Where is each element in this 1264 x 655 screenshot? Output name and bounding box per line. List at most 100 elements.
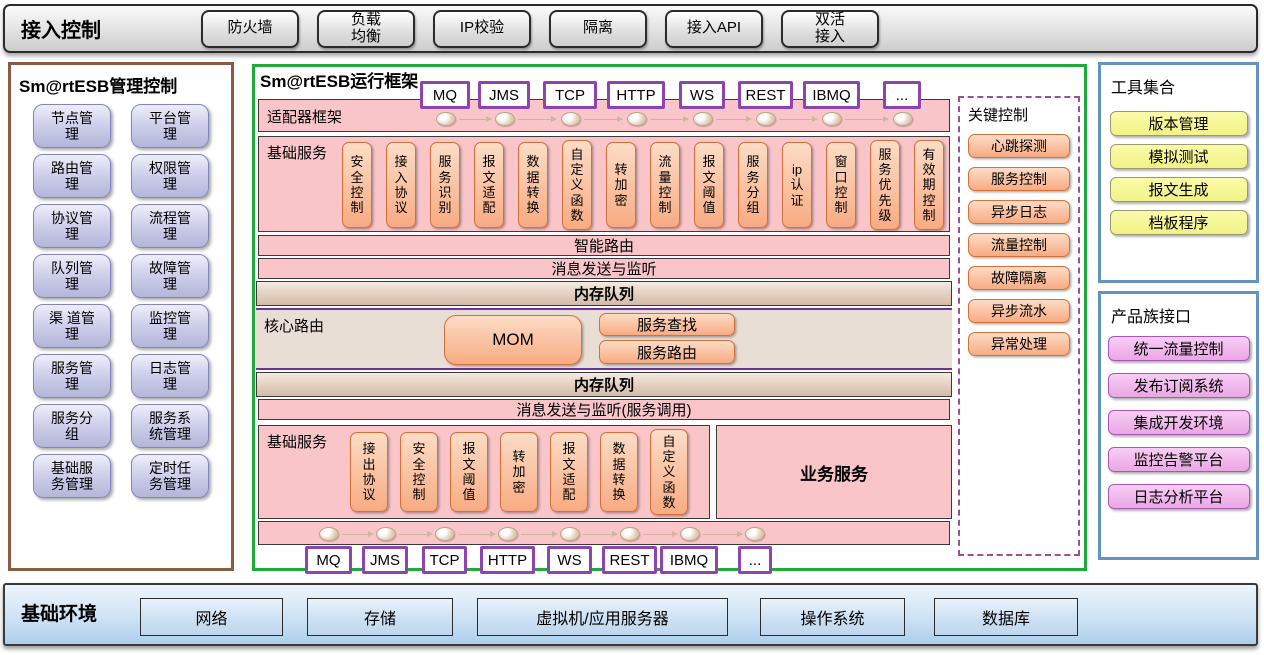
product-family-title: 产品族接口 xyxy=(1111,303,1256,327)
flow-arrow-icon xyxy=(703,534,742,535)
protocol-top-rest: REST xyxy=(738,81,793,109)
node-integrated-dev-env: 集成开发环境 xyxy=(1108,410,1250,435)
node-stub-program: 档板程序 xyxy=(1110,210,1248,235)
node-mom: MOM xyxy=(444,315,582,365)
protocol-bottom-mq: MQ xyxy=(305,546,352,574)
flow-arrow-icon xyxy=(399,534,432,535)
message-send-listen-service-call-label: 消息发送与监听(服务调用) xyxy=(259,400,949,419)
protocol-bottom-ibmq: IBMQ xyxy=(660,546,718,574)
protocol-top-ws: WS xyxy=(679,81,725,109)
protocol-bottom-jms: JMS xyxy=(362,546,408,574)
connector-dot-icon xyxy=(680,527,700,541)
node-service-control: 服务控制 xyxy=(968,167,1070,191)
protocol-bottom-ws: WS xyxy=(547,546,592,574)
connector-dot-icon xyxy=(319,527,339,541)
node-exception-handle: 异常处理 xyxy=(968,332,1070,356)
node-operating-system: 操作系统 xyxy=(760,598,905,636)
node-monitor-mgmt: 监控管理 xyxy=(131,304,209,348)
memory-queue-bar-1: 内存队列 xyxy=(256,281,952,306)
flow-arrow-icon xyxy=(779,119,817,120)
node-log-mgmt: 日志管理 xyxy=(131,354,209,398)
connector-dot-icon xyxy=(560,527,580,541)
node-ip-auth: ip认证 xyxy=(782,142,812,228)
tools-panel: 工具集合 版本管理 模拟测试 报文生成 档板程序 xyxy=(1098,62,1259,283)
management-control-panel: Sm@rtESB管理控制 节点管理 平台管理 路由管理 权限管理 协议管理 流程… xyxy=(8,62,234,571)
node-platform-mgmt: 平台管理 xyxy=(131,104,209,148)
node-fault-mgmt: 故障管理 xyxy=(131,254,209,298)
node-business-service: 业务服务 xyxy=(716,425,952,519)
flow-arrow-icon xyxy=(716,119,751,120)
node-fault-isolation: 故障隔离 xyxy=(968,266,1070,290)
node-message-generate: 报文生成 xyxy=(1110,177,1248,202)
base-environment-title: 基础环境 xyxy=(21,599,97,626)
node-flow-control: 流量控制 xyxy=(968,233,1070,257)
node-service-lookup: 服务查找 xyxy=(599,313,735,336)
protocol-top-more: ... xyxy=(883,81,921,109)
protocol-top-tcp: TCP xyxy=(543,81,597,109)
key-control-panel: 关键控制 心跳探测 服务控制 异步日志 流量控制 故障隔离 异步流水 异常处理 xyxy=(958,96,1080,556)
protocol-bottom-tcp: TCP xyxy=(422,546,467,574)
node-async-flow: 异步流水 xyxy=(968,299,1070,323)
smart-routing-bar: 智能路由 xyxy=(258,235,950,256)
node-data-transform: 数据转换 xyxy=(600,432,638,512)
smart-routing-label: 智能路由 xyxy=(259,236,949,255)
product-family-items: 统一流量控制 发布订阅系统 集成开发环境 监控告警平台 日志分析平台 xyxy=(1101,336,1256,509)
node-isolation: 隔离 xyxy=(549,10,647,48)
node-vm-app-server: 虚拟机/应用服务器 xyxy=(477,598,728,636)
node-message-adapt: 报文适配 xyxy=(550,432,588,512)
node-queue-mgmt: 队列管理 xyxy=(33,254,111,298)
node-flow-control: 流量控制 xyxy=(650,142,680,228)
node-pub-sub-system: 发布订阅系统 xyxy=(1108,373,1250,398)
node-security-control: 安全控制 xyxy=(400,432,438,512)
node-validity-control: 有效期控制 xyxy=(914,140,944,230)
connector-dot-icon xyxy=(561,112,581,126)
access-control-title: 接入控制 xyxy=(21,14,201,43)
node-protocol-mgmt: 协议管理 xyxy=(33,204,111,248)
node-service-group: 服务分组 xyxy=(33,404,111,448)
node-service-routing: 服务路由 xyxy=(599,340,735,364)
flow-arrow-icon xyxy=(584,119,622,120)
runtime-framework-title: Sm@rtESB运行框架 xyxy=(260,67,418,92)
node-custom-function: 自定义函数 xyxy=(562,140,592,230)
node-database: 数据库 xyxy=(934,598,1078,636)
node-service-identify: 服务识别 xyxy=(430,142,460,228)
flow-arrow-icon xyxy=(521,534,557,535)
connector-dot-icon xyxy=(435,527,455,541)
node-simulation-test: 模拟测试 xyxy=(1110,144,1248,169)
node-out-protocol: 接出协议 xyxy=(350,432,388,512)
node-heartbeat-detect: 心跳探测 xyxy=(968,134,1070,158)
node-process-mgmt: 流程管理 xyxy=(131,204,209,248)
flow-arrow-icon xyxy=(845,119,888,120)
node-service-group: 服务分组 xyxy=(738,142,768,228)
connector-dot-icon xyxy=(498,527,518,541)
core-routing-section: 核心路由 MOM 服务查找 服务路由 xyxy=(256,308,952,370)
esb-architecture-diagram: 接入控制 防火墙 负载 均衡 IP校验 隔离 接入API 双活 接入 Sm@rt… xyxy=(0,0,1264,655)
flow-arrow-icon xyxy=(458,534,495,535)
flow-arrow-icon xyxy=(583,534,617,535)
node-channel-mgmt: 渠 道管理 xyxy=(33,304,111,348)
node-ip-check: IP校验 xyxy=(433,10,531,48)
management-grid: 节点管理 平台管理 路由管理 权限管理 协议管理 流程管理 队列管理 故障管理 … xyxy=(33,104,231,498)
node-timer-task-mgmt: 定时任务管理 xyxy=(131,454,209,498)
connector-dot-icon xyxy=(376,527,396,541)
connector-dot-icon xyxy=(745,527,765,541)
node-unified-flow-control: 统一流量控制 xyxy=(1108,336,1250,361)
access-control-bar: 接入控制 防火墙 负载 均衡 IP校验 隔离 接入API 双活 接入 xyxy=(3,4,1258,53)
base-environment-bar: 基础环境 网络 存储 虚拟机/应用服务器 操作系统 数据库 xyxy=(3,583,1258,646)
node-service-system-mgmt: 服务系统管理 xyxy=(131,404,209,448)
node-access-protocol: 接入协议 xyxy=(386,142,416,228)
node-permission-mgmt: 权限管理 xyxy=(131,154,209,198)
node-service-priority: 服务优先级 xyxy=(870,140,900,230)
protocol-bottom-http: HTTP xyxy=(480,546,535,574)
node-dual-active: 双活 接入 xyxy=(781,10,879,48)
node-security-control: 安全控制 xyxy=(342,142,372,228)
message-send-listen-service-call-bar: 消息发送与监听(服务调用) xyxy=(258,399,950,420)
connector-dot-icon xyxy=(495,112,515,126)
base-services-top-section: 基础服务 安全控制 接入协议 服务识别 报文适配 数据转换 自定义函数 转加密 … xyxy=(258,136,950,232)
connector-dot-icon xyxy=(620,527,640,541)
node-storage: 存储 xyxy=(307,598,453,636)
tools-items: 版本管理 模拟测试 报文生成 档板程序 xyxy=(1101,111,1256,235)
product-family-panel: 产品族接口 统一流量控制 发布订阅系统 集成开发环境 监控告警平台 日志分析平台 xyxy=(1098,291,1259,560)
management-control-title: Sm@rtESB管理控制 xyxy=(19,72,231,97)
node-base-service-mgmt: 基础服务管理 xyxy=(33,454,111,498)
